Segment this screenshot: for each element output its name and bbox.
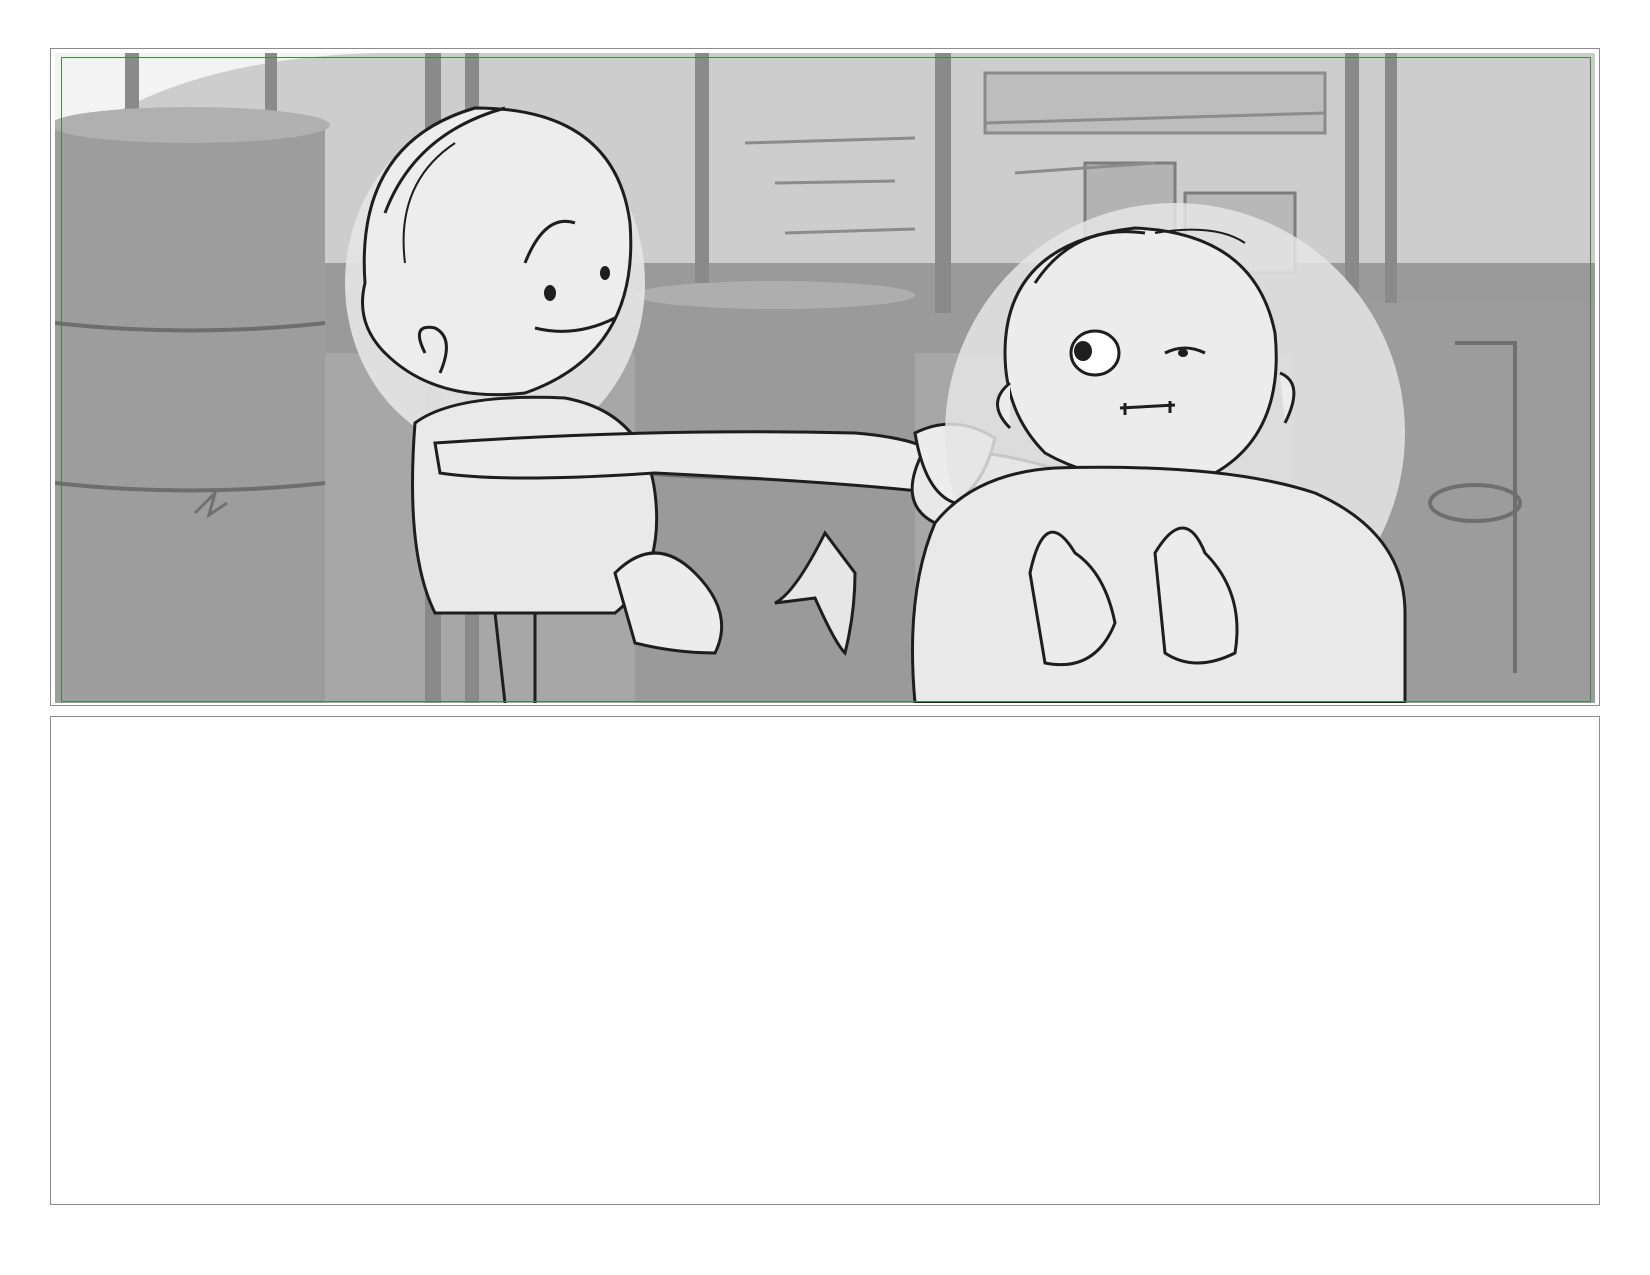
panel-notes-box[interactable] [50, 716, 1600, 1205]
barrels-left [55, 107, 330, 703]
storyboard-panel-sketch [55, 53, 1595, 703]
panel-sketch-drawing [55, 53, 1595, 703]
